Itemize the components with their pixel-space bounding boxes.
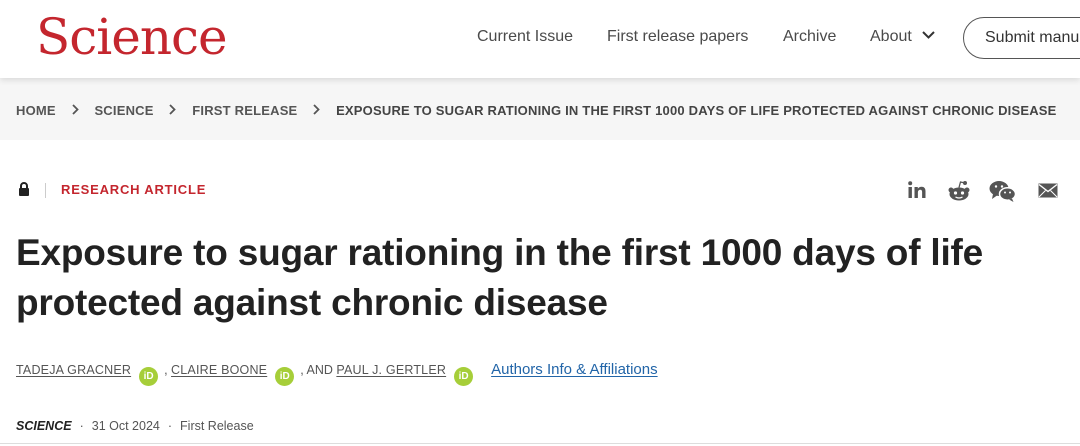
- nav-about-label: About: [870, 28, 912, 45]
- separator-dot: ·: [79, 419, 84, 433]
- chevron-down-icon: [922, 31, 935, 39]
- authors-info-affiliations-link[interactable]: Authors Info & Affiliations: [491, 361, 658, 378]
- breadcrumb-bar: HOME SCIENCE FIRST RELEASE EXPOSURE TO S…: [0, 78, 1080, 140]
- author-name[interactable]: CLAIRE BOONE: [171, 363, 267, 377]
- publication-info: SCIENCE · 31 Oct 2024 · First Release: [16, 419, 254, 433]
- chevron-right-icon: [313, 104, 321, 115]
- breadcrumb: HOME SCIENCE FIRST RELEASE EXPOSURE TO S…: [16, 103, 1057, 118]
- article-title: Exposure to sugar rationing in the first…: [16, 232, 984, 323]
- author-list: TADEJA GRACNER iD, CLAIRE BOONE iD , AND PA…: [16, 361, 658, 386]
- article-type-label: RESEARCH ARTICLE: [61, 182, 207, 197]
- divider: [45, 183, 46, 198]
- email-icon[interactable]: [1038, 183, 1058, 198]
- chevron-right-icon: [71, 104, 79, 115]
- journal-name[interactable]: SCIENCE: [16, 419, 72, 433]
- publication-date: 31 Oct 2024: [91, 419, 160, 433]
- author-separator: ,: [164, 363, 172, 377]
- breadcrumb-home[interactable]: HOME: [16, 103, 56, 118]
- linkedin-icon[interactable]: [907, 180, 927, 200]
- orcid-icon[interactable]: iD: [275, 367, 295, 386]
- submit-manuscript-button[interactable]: Submit manu: [963, 17, 1080, 59]
- nav-archive[interactable]: Archive: [783, 28, 836, 46]
- breadcrumb-science[interactable]: SCIENCE: [94, 103, 153, 118]
- author-name[interactable]: PAUL J. GERTLER: [336, 363, 446, 377]
- wechat-icon[interactable]: [989, 180, 1016, 202]
- orcid-icon[interactable]: iD: [139, 367, 159, 386]
- reddit-icon[interactable]: [947, 180, 971, 202]
- lock-icon: [19, 182, 29, 196]
- nav-current-issue[interactable]: Current Issue: [477, 28, 573, 46]
- separator-dot: ·: [167, 419, 173, 433]
- release-type: First Release: [180, 419, 254, 433]
- orcid-icon[interactable]: iD: [454, 367, 474, 386]
- divider: [0, 443, 1080, 444]
- breadcrumb-current: EXPOSURE TO SUGAR RATIONING IN THE FIRST…: [336, 103, 1057, 118]
- site-header: Science Current Issue First release pape…: [0, 0, 1080, 78]
- author-separator: , AND: [300, 363, 337, 377]
- nav-about[interactable]: About: [870, 28, 935, 46]
- nav-first-release[interactable]: First release papers: [607, 28, 748, 46]
- science-logo[interactable]: Science: [36, 8, 228, 66]
- author-name[interactable]: TADEJA GRACNER: [16, 363, 131, 377]
- breadcrumb-first-release[interactable]: FIRST RELEASE: [192, 103, 297, 118]
- chevron-right-icon: [169, 104, 177, 115]
